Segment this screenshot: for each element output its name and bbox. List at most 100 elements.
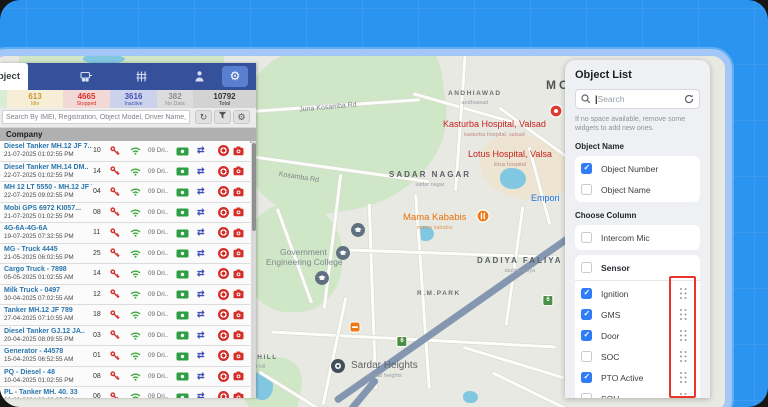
object-name-link[interactable]: MH 12 LT 5550 - MH.12 JF 7... <box>4 183 92 192</box>
video-icon[interactable] <box>176 249 189 258</box>
object-name-link[interactable]: 4G-6A-4G-6A <box>4 224 92 233</box>
stat-inactive[interactable]: 3616Inactive <box>110 90 157 108</box>
filter-button[interactable] <box>214 110 231 124</box>
option-intercom-mic[interactable]: Intercom Mic <box>581 227 694 248</box>
record-icon[interactable] <box>218 248 229 259</box>
object-row[interactable]: Mobi GPS 6972 KI057... 21-07-2025 01:02:… <box>0 203 250 224</box>
school-marker-icon[interactable] <box>315 271 330 286</box>
signal-wifi-icon[interactable] <box>130 290 141 299</box>
video-icon[interactable] <box>176 229 189 238</box>
object-row[interactable]: Diesel Tanker MH.12 JF 7... 21-07-2025 0… <box>0 141 250 162</box>
store-marker-icon[interactable] <box>350 322 361 333</box>
signal-wifi-icon[interactable] <box>130 351 141 360</box>
record-icon[interactable] <box>218 166 229 177</box>
ignition-key-icon[interactable] <box>110 351 120 361</box>
checkbox[interactable] <box>581 393 592 398</box>
ignition-key-icon[interactable] <box>110 187 120 197</box>
driver-label[interactable]: 09 Dri.. <box>148 147 168 154</box>
ignition-key-icon[interactable] <box>110 371 120 381</box>
ignition-key-icon[interactable] <box>110 248 120 258</box>
object-name-link[interactable]: PQ - Diesel - 48 <box>4 368 92 377</box>
video-icon[interactable] <box>176 290 189 299</box>
ignition-key-icon[interactable] <box>110 146 120 156</box>
object-row[interactable]: 4G-6A-4G-6A 19-07-2025 07:32:55 PM 11 09… <box>0 223 250 244</box>
object-name-link[interactable]: PL - Tanker MH. 40. 33 <box>4 388 92 397</box>
signal-wifi-icon[interactable] <box>130 146 141 155</box>
ignition-key-icon[interactable] <box>110 392 120 399</box>
drag-handle-icon[interactable] <box>680 330 688 342</box>
record-icon[interactable] <box>218 391 229 398</box>
ignition-key-icon[interactable] <box>110 228 120 238</box>
stat-no-data[interactable]: 382No Data <box>157 90 193 108</box>
video-icon[interactable] <box>176 147 189 156</box>
signal-wifi-icon[interactable] <box>130 167 141 176</box>
option-object-number[interactable]: Object Number <box>581 158 694 179</box>
route-swap-icon[interactable]: ⇄ <box>197 328 205 342</box>
drag-handle-icon[interactable] <box>680 393 688 398</box>
driver-label[interactable]: 09 Dri.. <box>148 393 168 398</box>
camera-icon[interactable] <box>233 269 244 279</box>
object-row[interactable]: PQ - Diesel - 48 10-04-2025 01:02:55 PM … <box>0 367 250 388</box>
drag-handle-icon[interactable] <box>680 288 688 300</box>
object-row[interactable]: Diesel Tanker MH.14 DM.. 22-07-2025 01:0… <box>0 162 250 183</box>
video-icon[interactable] <box>176 208 189 217</box>
camera-icon[interactable] <box>233 187 244 197</box>
video-icon[interactable] <box>176 352 189 361</box>
object-row[interactable]: Milk Truck - 0497 30-04-2025 07:02:55 AM… <box>0 285 250 306</box>
checkbox[interactable] <box>581 163 592 174</box>
option-door[interactable]: Door <box>581 325 694 346</box>
trailer-icon[interactable] <box>80 70 93 83</box>
option-object-name[interactable]: Object Name <box>581 179 694 200</box>
record-icon[interactable] <box>218 350 229 361</box>
record-icon[interactable] <box>218 371 229 382</box>
signal-wifi-icon[interactable] <box>130 372 141 381</box>
stat-stopped[interactable]: 4665Stopped <box>63 90 110 108</box>
record-icon[interactable] <box>218 330 229 341</box>
driver-label[interactable]: 09 Dri.. <box>148 270 168 277</box>
camera-icon[interactable] <box>233 330 244 340</box>
route-swap-icon[interactable]: ⇄ <box>197 164 205 178</box>
video-icon[interactable] <box>176 372 189 381</box>
record-icon[interactable] <box>218 268 229 279</box>
highway-shield[interactable]: 6 <box>542 288 553 306</box>
checkbox[interactable] <box>581 372 592 383</box>
object-name-link[interactable]: Tanker MH.12 JF 789 <box>4 306 92 315</box>
option-gms[interactable]: GMS <box>581 304 694 325</box>
signal-wifi-icon[interactable] <box>130 187 141 196</box>
route-swap-icon[interactable]: ⇄ <box>197 348 205 362</box>
widget-search-box[interactable]: | Search <box>575 89 700 109</box>
route-swap-icon[interactable]: ⇄ <box>197 389 205 398</box>
record-icon[interactable] <box>218 309 229 320</box>
tab-object[interactable]: Object <box>0 63 28 90</box>
object-row[interactable]: Generator - 44578 15-04-2025 06:52:55 AM… <box>0 346 250 367</box>
option-ignition[interactable]: Ignition <box>581 283 694 304</box>
route-swap-icon[interactable]: ⇄ <box>197 369 205 383</box>
route-swap-icon[interactable]: ⇄ <box>197 143 205 157</box>
panel-settings-button[interactable]: ⚙ <box>222 66 248 87</box>
checkbox[interactable] <box>581 232 592 243</box>
ignition-key-icon[interactable] <box>110 330 120 340</box>
ignition-key-icon[interactable] <box>110 310 120 320</box>
route-swap-icon[interactable]: ⇄ <box>197 266 205 280</box>
driver-label[interactable]: 09 Dri.. <box>148 229 168 236</box>
route-swap-icon[interactable]: ⇄ <box>197 184 205 198</box>
video-icon[interactable] <box>176 331 189 340</box>
camera-icon[interactable] <box>233 207 244 217</box>
camera-icon[interactable] <box>233 371 244 381</box>
route-swap-icon[interactable]: ⇄ <box>197 307 205 321</box>
signal-wifi-icon[interactable] <box>130 331 141 340</box>
object-name-link[interactable]: Diesel Tanker MH.14 DM.. <box>4 163 92 172</box>
stat-total[interactable]: 10792Total <box>193 90 256 108</box>
camera-icon[interactable] <box>233 248 244 258</box>
checkbox[interactable] <box>581 330 592 341</box>
driver-label[interactable]: 09 Dri.. <box>148 311 168 318</box>
driver-label[interactable]: 09 Dri.. <box>148 209 168 216</box>
sync-icon[interactable] <box>684 94 694 104</box>
camera-icon[interactable] <box>233 146 244 156</box>
video-icon[interactable] <box>176 393 189 399</box>
route-swap-icon[interactable]: ⇄ <box>197 287 205 301</box>
ignition-key-icon[interactable] <box>110 269 120 279</box>
driver-label[interactable]: 09 Dri.. <box>148 352 168 359</box>
camera-icon[interactable] <box>233 310 244 320</box>
camera-icon[interactable] <box>233 228 244 238</box>
